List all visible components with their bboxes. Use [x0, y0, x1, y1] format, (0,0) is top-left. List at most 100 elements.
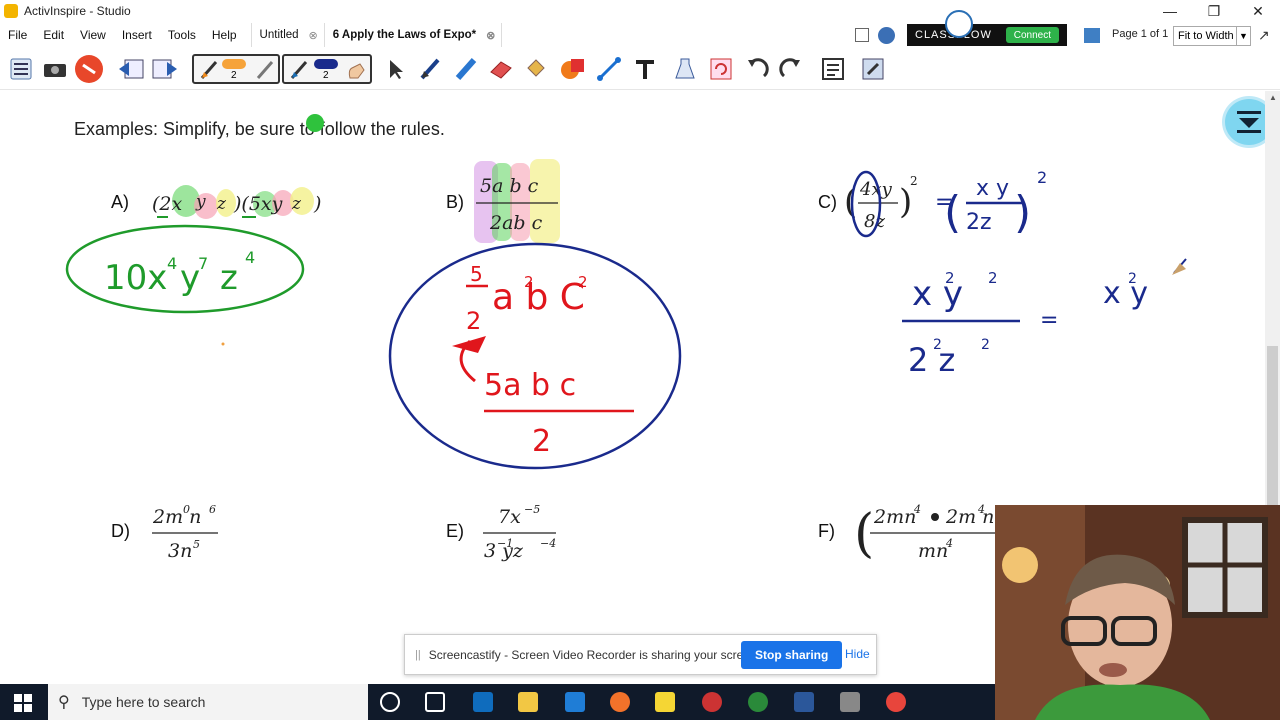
customize-toolbar-icon[interactable]	[858, 54, 888, 84]
highlighter-icon	[256, 61, 274, 79]
svg-text:=: =	[1040, 308, 1058, 333]
hide-button[interactable]: Hide	[845, 647, 870, 661]
tab-close-icon[interactable]: ⊗	[309, 29, 318, 42]
svg-text:10x: 10x	[104, 258, 167, 298]
svg-text:4: 4	[977, 503, 985, 516]
word-icon[interactable]	[794, 692, 814, 712]
notes-icon[interactable]	[855, 28, 869, 42]
file-explorer-icon[interactable]	[518, 692, 538, 712]
firefox-icon[interactable]	[610, 692, 630, 712]
tab-apply-laws[interactable]: 6 Apply the Laws of Expo* ⊗	[325, 23, 503, 47]
menu-edit[interactable]: Edit	[35, 28, 72, 42]
restore-icon[interactable]: ❐	[1192, 0, 1236, 22]
camera-icon[interactable]	[40, 54, 70, 84]
outlook-icon[interactable]	[473, 692, 493, 712]
task-view-icon[interactable]	[425, 692, 445, 712]
svg-text:2: 2	[981, 337, 990, 353]
orange-color-swatch[interactable]	[222, 59, 246, 69]
tab-label: 6 Apply the Laws of Expo*	[332, 29, 477, 41]
globe-icon[interactable]	[878, 27, 895, 44]
magic-ink-icon[interactable]	[670, 54, 700, 84]
studio-icon[interactable]	[840, 692, 860, 712]
next-page-icon[interactable]	[150, 54, 180, 84]
tab-untitled[interactable]: Untitled ⊗	[250, 23, 325, 47]
pen-tool-group-2[interactable]: 2	[282, 54, 372, 84]
page-browser-icon[interactable]	[1084, 28, 1100, 43]
hand-icon	[348, 63, 365, 79]
tab-close-icon[interactable]: ⊗	[486, 29, 495, 42]
page-notes-icon[interactable]	[818, 54, 848, 84]
svg-text:): )	[1014, 187, 1031, 238]
svg-text:x y: x y	[912, 274, 963, 314]
shape-icon[interactable]	[558, 54, 588, 84]
windows-start-icon[interactable]	[14, 694, 32, 712]
svg-text:z: z	[216, 194, 227, 214]
sticky-notes-icon[interactable]	[655, 692, 675, 712]
redo-icon[interactable]	[776, 54, 806, 84]
classflow-bar: CLASSFLOW Connect	[907, 10, 1067, 46]
minimize-icon[interactable]: —	[1148, 0, 1192, 22]
problem-f-expression: ( 2mn 4 2m n 4 mn 4	[854, 503, 1000, 564]
reset-icon[interactable]	[74, 54, 104, 84]
svg-text:2m n: 2m n	[152, 506, 201, 528]
stop-sharing-button[interactable]: Stop sharing	[741, 641, 843, 669]
svg-text:2: 2	[988, 269, 998, 287]
text-tool-icon[interactable]	[630, 54, 660, 84]
webcam-overlay	[995, 505, 1280, 720]
page-indicator: Page 1 of 1	[1112, 28, 1169, 40]
screen: ActivInspire - Studio — ❐ ✕ File Edit Vi…	[0, 0, 1280, 720]
svg-text:7x: 7x	[498, 506, 521, 528]
tab-label: Untitled	[259, 29, 299, 41]
webcam-video-picture	[995, 505, 1280, 720]
fill-icon[interactable]	[520, 54, 550, 84]
blue-color-swatch[interactable]	[314, 59, 338, 69]
previous-page-icon[interactable]	[116, 54, 146, 84]
highlighter-tool-icon[interactable]	[452, 54, 482, 84]
pen-tool-group-1[interactable]: 2	[192, 54, 280, 84]
menu-tools[interactable]: Tools	[160, 28, 204, 42]
svg-text:x y: x y	[1103, 276, 1148, 311]
svg-text:6: 6	[209, 503, 216, 516]
app-icon[interactable]	[702, 692, 722, 712]
menu-file[interactable]: File	[0, 28, 35, 42]
drag-handle-icon[interactable]: ||	[415, 649, 421, 661]
cortana-icon[interactable]	[380, 692, 400, 712]
scrollbar-thumb[interactable]	[1267, 346, 1278, 506]
connector-icon[interactable]	[594, 54, 624, 84]
zoom-select[interactable]: Fit to Width ▼	[1173, 26, 1251, 46]
chrome-icon[interactable]	[886, 692, 906, 712]
search-icon: ⚲	[58, 694, 70, 711]
select-arrow-icon[interactable]	[380, 54, 410, 84]
search-placeholder: Type here to search	[81, 694, 206, 710]
activinspire-logo-icon	[4, 4, 18, 18]
menu-help[interactable]: Help	[204, 28, 245, 42]
connect-button[interactable]: Connect	[1005, 27, 1059, 43]
scroll-up-icon[interactable]: ▲	[1269, 93, 1277, 102]
main-toolbar: 2 2	[0, 50, 1280, 90]
svg-text:4: 4	[167, 254, 177, 273]
svg-text:2z: 2z	[966, 210, 992, 235]
sway-icon[interactable]	[565, 692, 585, 712]
pen-tool-icon[interactable]	[416, 54, 446, 84]
svg-text:2: 2	[1037, 168, 1047, 187]
problem-d-expression: 2m n 0 6 3n 5	[152, 503, 218, 562]
svg-text:z: z	[220, 258, 238, 298]
svg-text:3n: 3n	[168, 540, 192, 562]
classflow-logo-icon	[945, 10, 973, 38]
svg-text:7: 7	[198, 254, 208, 273]
main-menu-icon[interactable]	[6, 54, 36, 84]
activinspire-taskbar-icon[interactable]	[748, 692, 768, 712]
eraser-icon[interactable]	[486, 54, 516, 84]
svg-text:−4: −4	[540, 537, 556, 550]
menu-view[interactable]: View	[72, 28, 114, 42]
close-icon[interactable]: ✕	[1236, 0, 1280, 22]
expand-icon[interactable]: ↗	[1258, 27, 1270, 44]
menu-insert[interactable]: Insert	[114, 28, 160, 42]
svg-text:2: 2	[578, 273, 588, 291]
share-message: Screencastify - Screen Video Recorder is…	[428, 647, 760, 662]
problem-c-work-ink: = ( x y 2z ) 2 x y 2 2 2 z 2 2 = x y 2	[902, 168, 1187, 379]
pen-icon	[200, 61, 218, 79]
undo-icon[interactable]	[742, 54, 772, 84]
taskbar-search-box[interactable]: ⚲ Type here to search	[48, 684, 368, 720]
page-reset-icon[interactable]	[706, 54, 736, 84]
